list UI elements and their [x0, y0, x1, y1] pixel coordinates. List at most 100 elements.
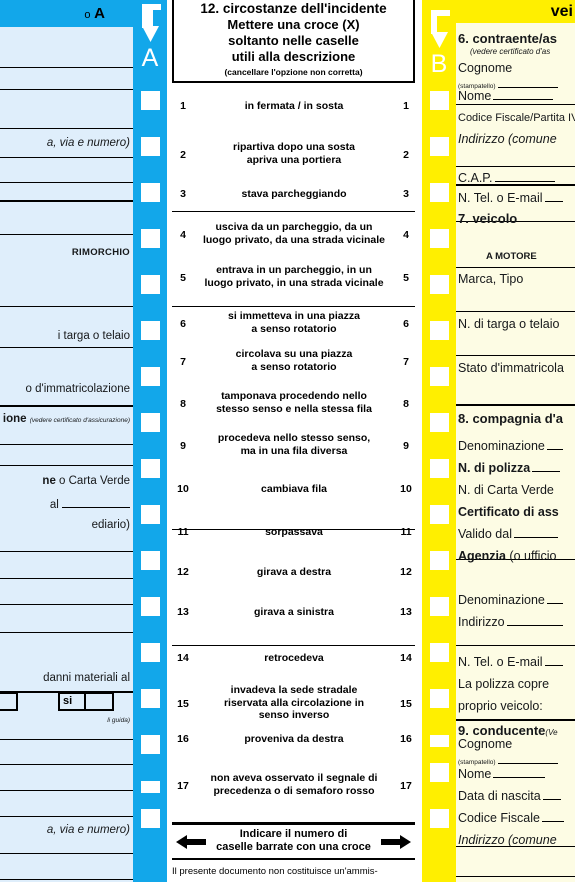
arrow-right-icon	[381, 835, 411, 849]
vehicle-a-row-address: a, via e numero)	[46, 137, 130, 149]
circumstance-checkbox-b-16[interactable]	[430, 763, 449, 782]
circumstance-checkbox-b-1[interactable]	[430, 91, 449, 110]
circumstance-text: tamponava procedendo nello stesso senso …	[195, 390, 393, 415]
vehicle-b-agency-address-line[interactable]	[506, 616, 563, 626]
circumstance-text: cambiava fila	[195, 483, 393, 496]
circumstance-checkbox-a-2[interactable]	[141, 137, 160, 156]
vehicle-b-motor-label: A MOTORE	[486, 251, 537, 262]
circumstance-number-left: 10	[177, 483, 189, 495]
circumstance-checkbox-b-13[interactable]	[430, 643, 449, 662]
circumstance-checkbox-a-12[interactable]	[141, 597, 160, 616]
vehicle-b-name-line[interactable]	[493, 90, 554, 100]
circumstance-line: riservata alla circolazione in	[223, 696, 365, 709]
divider	[456, 876, 575, 877]
circumstance-checkbox-b-10[interactable]	[430, 505, 449, 524]
circumstance-number-right: 16	[400, 733, 412, 745]
vehicle-a-row-license-note: li guida)	[107, 717, 130, 724]
circumstance-number-right: 9	[403, 440, 409, 452]
circumstance-checkbox-a-3[interactable]	[141, 183, 160, 202]
circumstance-number-right: 12	[400, 566, 412, 578]
circumstance-checkbox-b-15[interactable]	[430, 735, 449, 747]
vehicle-b-company-line[interactable]	[546, 440, 563, 450]
circumstance-line: cambiava fila	[261, 483, 327, 495]
divider	[0, 200, 133, 202]
divider	[0, 182, 133, 183]
vehicle-b-agency-phone-line[interactable]	[544, 656, 563, 666]
circumstance-number-left: 3	[180, 188, 186, 200]
circumstance-checkbox-b-8[interactable]	[430, 413, 449, 432]
vehicle-b-driver-surname-line[interactable]	[497, 754, 558, 764]
circumstance-checkbox-b-11[interactable]	[430, 551, 449, 570]
divider	[0, 879, 133, 880]
circumstance-number-right: 13	[400, 606, 412, 618]
circumstance-checkbox-a-5[interactable]	[141, 275, 160, 294]
circumstance-checkbox-a-4[interactable]	[141, 229, 160, 248]
circumstance-checkbox-b-17[interactable]	[430, 809, 449, 828]
divider	[0, 790, 133, 791]
arrow-down-icon	[431, 10, 450, 48]
vehicle-a-validto-line[interactable]	[62, 496, 130, 508]
circumstance-line: si immetteva in una piazza	[228, 310, 360, 322]
vehicle-b-driver-surname-hint-text: (stampatello)	[458, 759, 496, 766]
vehicle-b-policy-line[interactable]	[532, 462, 561, 472]
circumstance-text: in fermata / in sosta	[195, 100, 393, 113]
circumstance-number-left: 12	[177, 566, 189, 578]
circumstance-number-left: 5	[180, 272, 186, 284]
divider	[0, 578, 133, 579]
vehicle-b-driver-dob-line[interactable]	[542, 790, 561, 800]
arrow-left-icon	[176, 835, 206, 849]
divider	[0, 306, 133, 307]
vehicle-a-row-registration-state: o d'immatricolazione	[25, 383, 130, 395]
vehicle-b-field-surname-label: Cognome	[458, 61, 513, 75]
circumstance-checkbox-b-12[interactable]	[430, 597, 449, 616]
vehicle-b-field-greencard-label: N. di Carta Verde	[458, 483, 554, 497]
vehicle-b-agency-name-line[interactable]	[546, 594, 563, 604]
vehicle-b-driver-fiscalcode-line[interactable]	[541, 812, 564, 822]
circumstance-checkbox-a-11[interactable]	[141, 551, 160, 570]
circumstance-checkbox-a-9[interactable]	[141, 459, 160, 478]
circumstance-checkbox-b-3[interactable]	[430, 183, 449, 202]
vehicle-b-section-6-note: (vedere certificato d'as	[470, 47, 551, 56]
vehicle-b-validfrom-line[interactable]	[513, 528, 558, 538]
circumstances-total-box: Indicare il numero di caselle barrate co…	[172, 822, 415, 861]
divider	[0, 444, 133, 445]
divider	[456, 719, 575, 721]
circumstance-checkbox-b-7[interactable]	[430, 367, 449, 386]
circumstance-checkbox-b-2[interactable]	[430, 137, 449, 156]
divider	[0, 604, 133, 605]
circumstance-checkbox-a-17[interactable]	[141, 809, 160, 828]
vehicle-b-driver-name-line[interactable]	[493, 768, 546, 778]
circumstance-checkbox-a-16[interactable]	[141, 781, 160, 793]
circumstance-number-left: 7	[180, 356, 186, 368]
circumstance-checkbox-b-9[interactable]	[430, 459, 449, 478]
vehicle-b-field-plate-label: N. di targa o telaio	[458, 317, 560, 331]
vehicle-b-phone-line[interactable]	[544, 192, 563, 202]
vehicle-b-agency-phone-text: N. Tel. o E-mail	[458, 655, 543, 669]
circumstance-checkbox-a-8[interactable]	[141, 413, 160, 432]
circumstance-number-left: 4	[180, 229, 186, 241]
vehicle-b-surname-line[interactable]	[497, 78, 558, 88]
circumstance-number-left: 16	[177, 733, 189, 745]
vehicle-b-zip-line[interactable]	[494, 172, 555, 182]
vehicle-a-damage-no-box[interactable]	[0, 692, 18, 711]
circumstance-number-left: 14	[177, 652, 189, 664]
circumstance-checkbox-a-10[interactable]	[141, 505, 160, 524]
circumstance-checkbox-a-15[interactable]	[141, 735, 160, 754]
circumstance-checkbox-b-5[interactable]	[430, 275, 449, 294]
circumstance-checkbox-a-7[interactable]	[141, 367, 160, 386]
vehicle-a-row-validto: al	[0, 496, 133, 512]
circumstance-checkbox-b-6[interactable]	[430, 321, 449, 340]
vehicle-a-checkbox-strip: A	[133, 0, 167, 882]
vehicle-b-field-validfrom-label: Valido dal	[458, 527, 575, 542]
circumstance-line: ripartiva dopo una sosta	[233, 141, 355, 153]
circumstances-title-box: 12. circostanze dell'incidente Mettere u…	[172, 0, 415, 83]
circumstance-checkbox-b-14[interactable]	[430, 689, 449, 708]
vehicle-a-damage-yes-checkbox[interactable]	[84, 692, 114, 711]
circumstance-line: retrocedeva	[264, 652, 324, 664]
circumstance-checkbox-a-6[interactable]	[141, 321, 160, 340]
circumstance-checkbox-a-13[interactable]	[141, 643, 160, 662]
circumstance-checkbox-a-14[interactable]	[141, 689, 160, 708]
circumstance-checkbox-a-1[interactable]	[141, 91, 160, 110]
circumstance-checkbox-b-4[interactable]	[430, 229, 449, 248]
circumstances-total-line-2: caselle barrate con una croce	[216, 841, 371, 854]
